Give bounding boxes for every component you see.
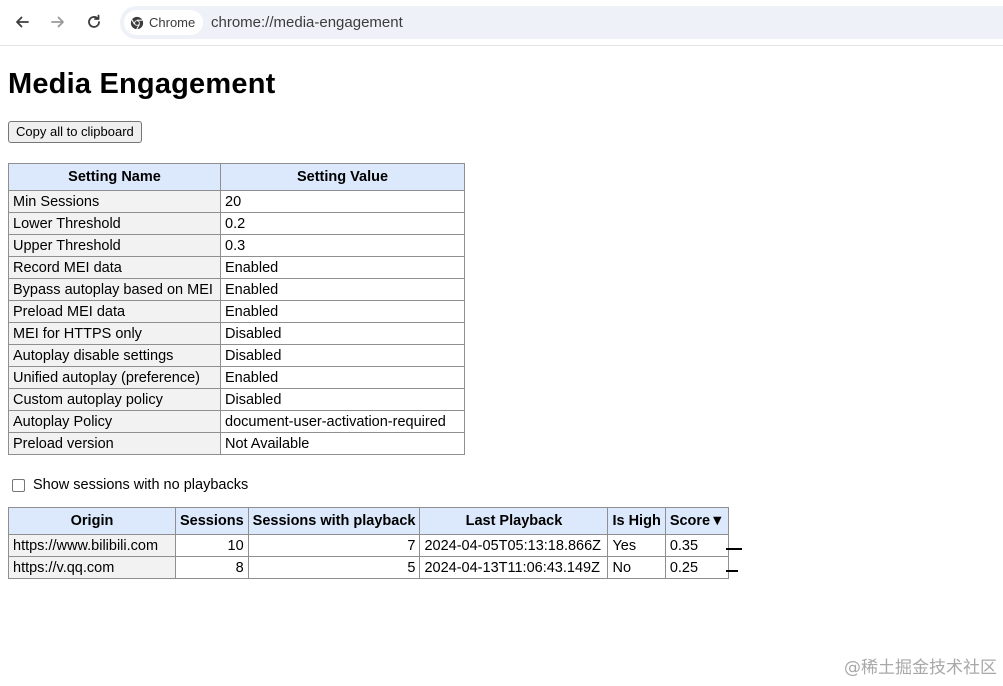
sessions-with-playback-cell: 5 (247, 556, 421, 579)
sessions-cell: 8 (175, 556, 249, 579)
reload-icon (88, 14, 100, 28)
chip-label: Chrome (149, 15, 196, 30)
column-header-origin[interactable]: Origin (8, 507, 176, 535)
setting-value-cell: 20 (220, 190, 465, 213)
session-row: https://www.bilibili.com 10 7 2024-04-05T05… (8, 534, 730, 557)
sessions-table: Origin Sessions Sessions with playback L… (8, 507, 730, 579)
setting-name-cell: Upper Threshold (8, 234, 221, 257)
setting-value-cell: Enabled (220, 300, 465, 323)
setting-value-cell: Disabled (220, 322, 465, 345)
sessions-section: Origin Sessions Sessions with playback L… (8, 507, 998, 579)
setting-name-cell: Lower Threshold (8, 212, 221, 235)
settings-row: Record MEI data Enabled (8, 256, 465, 279)
last-playback-cell: 2024-04-05T05:13:18.866Z (419, 534, 609, 557)
setting-name-cell: Preload version (8, 432, 221, 455)
score-cell: 0.35 (664, 534, 730, 557)
setting-name-cell: Autoplay disable settings (8, 344, 221, 367)
show-sessions-row[interactable]: Show sessions with no playbacks (8, 477, 998, 493)
score-bar (726, 548, 742, 550)
watermark: @稀土掘金技术社区 (844, 658, 997, 678)
setting-name-cell: Unified autoplay (preference) (8, 366, 221, 389)
settings-row: Lower Threshold 0.2 (8, 212, 465, 235)
copy-all-button[interactable]: Copy all to clipboard (8, 121, 142, 143)
setting-value-cell: 0.3 (220, 234, 465, 257)
browser-toolbar: Chrome chrome://media-engagement (0, 0, 1003, 46)
forward-button[interactable] (44, 8, 72, 36)
site-info-chip[interactable]: Chrome (124, 10, 204, 35)
setting-name-cell: MEI for HTTPS only (8, 322, 221, 345)
column-header-sessions[interactable]: Sessions (175, 507, 249, 535)
settings-row: Min Sessions 20 (8, 190, 465, 213)
setting-value-cell: Disabled (220, 388, 465, 411)
setting-value-cell: Disabled (220, 344, 465, 367)
back-button[interactable] (8, 8, 36, 36)
settings-row: Preload version Not Available (8, 432, 465, 455)
column-header-score[interactable]: Score▼ (664, 507, 730, 535)
column-header-sessions-with-playback[interactable]: Sessions with playback (247, 507, 421, 535)
settings-row: Autoplay disable settings Disabled (8, 344, 465, 367)
is-high-cell: No (607, 556, 666, 579)
origin-cell: https://www.bilibili.com (8, 534, 176, 557)
setting-name-cell: Bypass autoplay based on MEI (8, 278, 221, 301)
page-title: Media Engagement (8, 68, 276, 100)
column-header-last-playback[interactable]: Last Playback (419, 507, 609, 535)
settings-row: Custom autoplay policy Disabled (8, 388, 465, 411)
score-cell: 0.25 (664, 556, 730, 579)
session-row: https://v.qq.com 8 5 2024-04-13T11:06:43.14… (8, 556, 730, 579)
setting-name-cell: Record MEI data (8, 256, 221, 279)
show-sessions-checkbox[interactable] (12, 478, 25, 492)
settings-row: Autoplay Policy document-user-activation-… (8, 410, 465, 433)
is-high-cell: Yes (607, 534, 666, 557)
address-bar[interactable]: Chrome chrome://media-engagement (120, 6, 1003, 39)
setting-value-cell: Not Available (220, 432, 465, 455)
setting-name-cell: Preload MEI data (8, 300, 221, 323)
setting-name-cell: Autoplay Policy (8, 410, 221, 433)
settings-row: Unified autoplay (preference) Enabled (8, 366, 465, 389)
show-sessions-label[interactable]: Show sessions with no playbacks (33, 477, 248, 493)
forward-icon (51, 16, 64, 28)
back-icon (16, 16, 29, 28)
setting-value-cell: Enabled (220, 366, 465, 389)
page-content: Media Engagement Copy all to clipboard S… (8, 46, 998, 579)
column-header-setting-name: Setting Name (8, 163, 221, 191)
settings-row: MEI for HTTPS only Disabled (8, 322, 465, 345)
chrome-logo-icon (130, 16, 144, 29)
settings-row: Upper Threshold 0.3 (8, 234, 465, 257)
sessions-cell: 10 (175, 534, 249, 557)
settings-row: Bypass autoplay based on MEI Enabled (8, 278, 465, 301)
setting-value-cell: document-user-activation-required (220, 410, 465, 433)
setting-name-cell: Min Sessions (8, 190, 221, 213)
last-playback-cell: 2024-04-13T11:06:43.149Z (419, 556, 609, 579)
setting-value-cell: Enabled (220, 256, 465, 279)
column-header-is-high[interactable]: Is High (607, 507, 666, 535)
setting-value-cell: 0.2 (220, 212, 465, 235)
column-header-setting-value: Setting Value (220, 163, 465, 191)
setting-value-cell: Enabled (220, 278, 465, 301)
reload-button[interactable] (80, 8, 108, 36)
origin-cell: https://v.qq.com (8, 556, 176, 579)
url-text[interactable]: chrome://media-engagement (211, 14, 403, 31)
sessions-with-playback-cell: 7 (247, 534, 421, 557)
score-bar (726, 570, 738, 572)
settings-table: Setting Name Setting Value Min Sessions 2… (8, 163, 465, 455)
settings-row: Preload MEI data Enabled (8, 300, 465, 323)
setting-name-cell: Custom autoplay policy (8, 388, 221, 411)
